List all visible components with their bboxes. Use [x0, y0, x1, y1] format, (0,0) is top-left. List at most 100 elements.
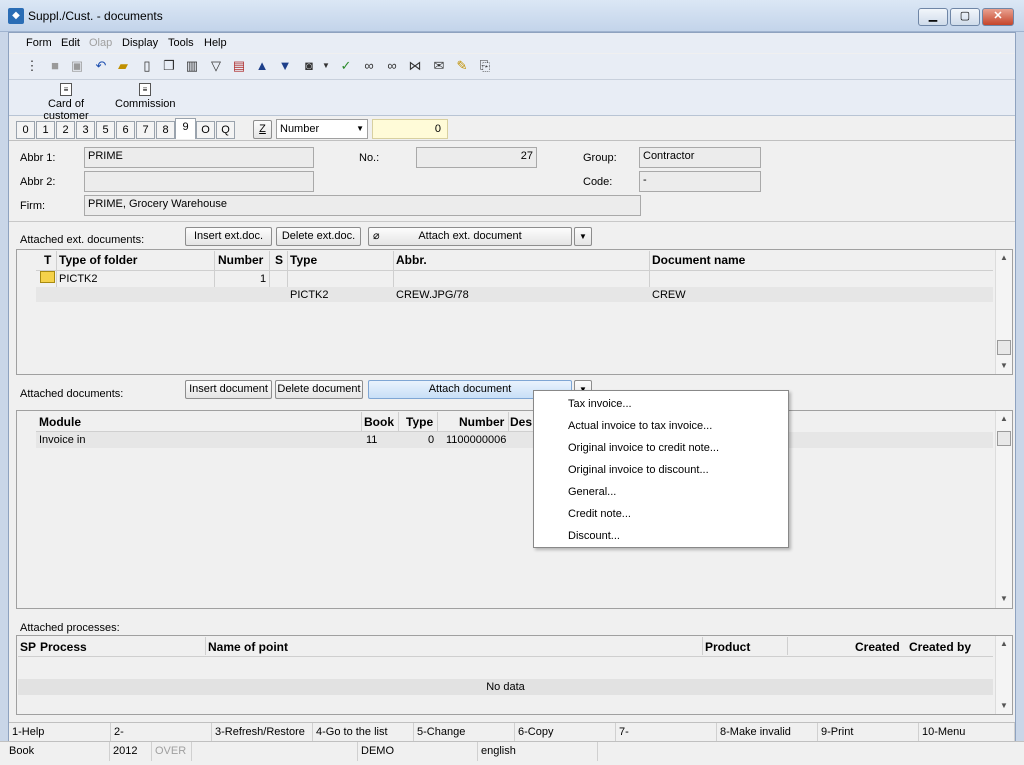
tab-q[interactable]: Q [216, 121, 235, 139]
tab-8[interactable]: 8 [156, 121, 175, 139]
menu-item-original-discount[interactable]: Original invoice to discount... [568, 464, 709, 476]
fkey-8-make-invalid[interactable]: 8-Make invalid [717, 723, 818, 742]
search-input[interactable]: 0 [372, 119, 448, 139]
menu-olap[interactable]: Olap [89, 37, 112, 49]
abbr1-field[interactable]: PRIME [84, 147, 314, 168]
group-field[interactable]: Contractor [639, 147, 761, 168]
scroll-up-icon[interactable]: ▲ [996, 414, 1012, 423]
tab-0[interactable]: 0 [16, 121, 35, 139]
save-icon[interactable]: ■ [47, 58, 63, 74]
delete-document-button[interactable]: Delete document [275, 380, 363, 399]
arrow-up-icon[interactable]: ▲ [254, 58, 270, 74]
book-icon[interactable]: ▥ [184, 58, 200, 74]
mail-icon[interactable]: ✉ [431, 58, 447, 74]
new-document-icon[interactable]: ▯ [139, 58, 155, 74]
open-folder-icon[interactable]: ▰ [115, 58, 131, 74]
firm-field[interactable]: PRIME, Grocery Warehouse [84, 195, 641, 216]
check-icon[interactable]: ✓ [338, 58, 354, 74]
camera-icon[interactable]: ◙ [301, 58, 317, 74]
no-field[interactable]: 27 [416, 147, 537, 168]
undo-icon[interactable]: ↶ [93, 58, 109, 74]
fkey-7[interactable]: 7- [616, 723, 717, 742]
scroll-up-icon[interactable]: ▲ [996, 639, 1012, 648]
fkey-6-copy[interactable]: 6-Copy [515, 723, 616, 742]
menu-bar [9, 33, 1015, 53]
menu-item-tax-invoice[interactable]: Tax invoice... [568, 398, 632, 410]
card-of-customer-button[interactable]: ≡ Card of customer [24, 83, 108, 122]
table-row[interactable]: Invoice in 11 0 1100000006 [36, 432, 993, 448]
table-row[interactable]: PICTK2 CREW.JPG/78 CREW [36, 287, 993, 302]
menu-item-discount[interactable]: Discount... [568, 530, 620, 542]
tab-2[interactable]: 2 [56, 121, 75, 139]
code-field[interactable]: - [639, 171, 761, 192]
delete-ext-doc-button[interactable]: Delete ext.doc. [276, 227, 361, 246]
tab-3[interactable]: 3 [76, 121, 95, 139]
processes-scrollbar[interactable]: ▲ ▼ [995, 636, 1012, 714]
fkey-4-go-to-list[interactable]: 4-Go to the list [313, 723, 414, 742]
fkey-2[interactable]: 2- [111, 723, 212, 742]
fkey-1-help[interactable]: 1-Help [9, 723, 111, 742]
export-icon[interactable]: ⎘ [477, 58, 493, 74]
cell-number: 1 [260, 273, 267, 285]
tab-6[interactable]: 6 [116, 121, 135, 139]
fkey-10-menu[interactable]: 10-Menu [919, 723, 1015, 742]
abbr2-field[interactable] [84, 171, 314, 192]
fkey-5-change[interactable]: 5-Change [414, 723, 515, 742]
commission-button[interactable]: ≡ Commission [115, 83, 176, 110]
tab-9[interactable]: 9 [175, 118, 196, 139]
function-key-bar: 1-Help 2- 3-Refresh/Restore 4-Go to the … [9, 722, 1015, 742]
filter-icon[interactable]: ▽ [208, 58, 224, 74]
menu-help[interactable]: Help [204, 37, 227, 49]
tab-5[interactable]: 5 [96, 121, 115, 139]
tab-7[interactable]: 7 [136, 121, 155, 139]
insert-ext-doc-button[interactable]: Insert ext.doc. [185, 227, 272, 246]
table-row[interactable]: PICTK2 1 [36, 271, 993, 287]
tab-1[interactable]: 1 [36, 121, 55, 139]
insert-document-button[interactable]: Insert document [185, 380, 272, 399]
chevron-down-icon: ▼ [579, 232, 587, 241]
menu-item-general[interactable]: General... [568, 486, 616, 498]
attach-ext-dropdown-button[interactable]: ▼ [574, 227, 592, 246]
fkey-3-refresh[interactable]: 3-Refresh/Restore [212, 723, 313, 742]
col-abbr: Abbr. [396, 253, 427, 267]
menu-display[interactable]: Display [122, 37, 158, 49]
scroll-down-icon[interactable]: ▼ [996, 594, 1012, 603]
menu-item-credit-note[interactable]: Credit note... [568, 508, 631, 520]
status-module: Book [6, 742, 110, 761]
z-button[interactable]: Z [253, 120, 272, 139]
menu-tools[interactable]: Tools [168, 37, 194, 49]
filter-document-icon[interactable]: ▤ [231, 58, 247, 74]
search-field-select[interactable]: Number ▼ [276, 119, 368, 139]
maximize-button[interactable]: ▢ [950, 8, 980, 26]
scroll-thumb[interactable] [997, 340, 1011, 355]
menu-item-original-credit-note[interactable]: Original invoice to credit note... [568, 442, 719, 454]
tab-o[interactable]: O [196, 121, 215, 139]
scroll-thumb[interactable] [997, 431, 1011, 446]
col-sp: SP [20, 640, 37, 654]
minimize-button[interactable]: ▁ [918, 8, 948, 26]
edit-icon[interactable]: ✎ [454, 58, 470, 74]
ext-docs-scrollbar[interactable]: ▲ ▼ [995, 250, 1012, 374]
menu-edit[interactable]: Edit [61, 37, 80, 49]
scroll-down-icon[interactable]: ▼ [996, 701, 1012, 710]
col-module: Module [39, 415, 81, 429]
scroll-down-icon[interactable]: ▼ [996, 361, 1012, 370]
arrow-down-icon[interactable]: ▼ [277, 58, 293, 74]
app-icon: ◆ [8, 8, 24, 24]
attach-ext-document-button[interactable]: ⌀ Attach ext. document [368, 227, 572, 246]
copy-document-icon[interactable]: ❐ [161, 58, 177, 74]
chevron-down-icon[interactable]: ▼ [318, 58, 334, 74]
tree-icon[interactable]: ⋮ [24, 58, 40, 74]
menu-form[interactable]: Form [26, 37, 52, 49]
col-document-name: Document name [652, 253, 746, 267]
find-all-icon[interactable]: ⋈ [407, 58, 423, 74]
menu-item-actual-invoice[interactable]: Actual invoice to tax invoice... [568, 420, 712, 432]
fkey-9-print[interactable]: 9-Print [818, 723, 919, 742]
save-as-icon[interactable]: ▣ [69, 58, 85, 74]
docs-scrollbar[interactable]: ▲ ▼ [995, 411, 1012, 608]
scroll-up-icon[interactable]: ▲ [996, 253, 1012, 262]
col-s: S [275, 253, 284, 267]
close-button[interactable]: ✕ [982, 8, 1014, 26]
binoculars-icon[interactable]: ∞ [361, 58, 377, 74]
find-next-icon[interactable]: ∞ [384, 58, 400, 74]
